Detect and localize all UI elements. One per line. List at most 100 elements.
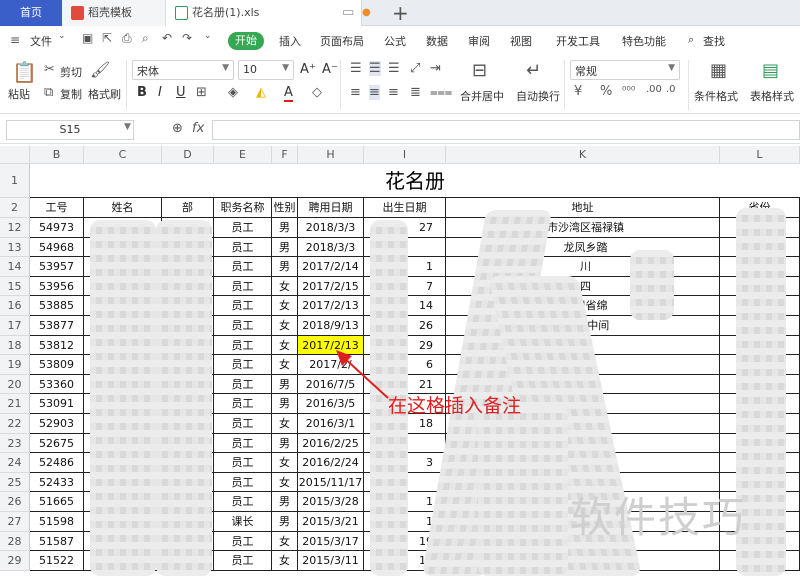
table-cell[interactable]: 员工 [214, 472, 272, 493]
redo-icon[interactable]: ↷ [182, 31, 192, 45]
table-cell[interactable]: 53885 [30, 296, 84, 316]
table-cell[interactable]: 女 [272, 316, 298, 336]
table-cell[interactable]: 52486 [30, 453, 84, 473]
table-cell[interactable]: 女 [272, 335, 298, 356]
menu-insert[interactable]: 插入 [279, 33, 301, 49]
table-cell[interactable]: 52675 [30, 433, 84, 454]
preview-icon[interactable]: ⌕ [142, 31, 149, 46]
table-cell[interactable]: 2015/3/21 [298, 512, 364, 532]
indent-icon[interactable]: ⇥ [430, 61, 441, 76]
bold-icon[interactable]: B [137, 85, 147, 100]
table-cell[interactable]: 2016/2/25 [298, 433, 364, 454]
tab-file[interactable]: 花名册(1).xls ▭ ● [166, 0, 371, 26]
menu-data[interactable]: 数据 [426, 33, 448, 49]
menu-review[interactable]: 审阅 [468, 33, 490, 49]
orientation-icon[interactable]: ⤢ [410, 61, 420, 76]
table-cell[interactable]: 女 [272, 296, 298, 316]
row-header[interactable]: 15 [0, 276, 30, 297]
new-tab-icon[interactable]: + [392, 1, 409, 25]
menu-search[interactable]: 查找 [703, 33, 725, 49]
row-header[interactable]: 12 [0, 218, 30, 238]
row-header[interactable]: 14 [0, 257, 30, 277]
format-painter-button[interactable]: 格式刷 [88, 86, 121, 102]
row-header[interactable]: 25 [0, 472, 30, 493]
paste-button[interactable]: 粘贴 [8, 86, 30, 102]
menu-start[interactable]: 开始 [228, 32, 264, 50]
row-header[interactable]: 27 [0, 512, 30, 532]
menu-file[interactable]: 文件 [30, 33, 52, 49]
table-cell[interactable]: 员工 [214, 296, 272, 316]
table-cell[interactable]: 男 [272, 218, 298, 238]
table-cell[interactable]: 51522 [30, 551, 84, 571]
column-header-b[interactable]: B [30, 146, 84, 164]
table-cell[interactable]: 54968 [30, 237, 84, 258]
sheet-title[interactable]: 花名册 [30, 164, 800, 198]
column-header-l[interactable]: L [720, 146, 800, 164]
table-cell[interactable]: 53957 [30, 257, 84, 277]
table-cell[interactable]: 2017/2/13 [298, 296, 364, 316]
undo-icon[interactable]: ↶ [162, 31, 172, 45]
align-center-icon[interactable]: ≡ [369, 85, 380, 100]
column-header-e[interactable]: E [214, 146, 272, 164]
table-cell[interactable]: 53956 [30, 276, 84, 297]
menu-developer[interactable]: 开发工具 [556, 33, 600, 49]
hamburger-icon[interactable]: ≡ [10, 33, 20, 47]
row-header[interactable]: 16 [0, 296, 30, 316]
table-cell[interactable]: 2015/11/17 [298, 472, 364, 493]
justify-icon[interactable]: ≣ [410, 85, 421, 100]
wrap-icon[interactable]: ↵ [526, 60, 541, 81]
table-cell[interactable]: 51665 [30, 492, 84, 512]
table-cell[interactable]: 员工 [214, 531, 272, 552]
table-cell[interactable]: 男 [272, 257, 298, 277]
copy-icon[interactable]: ⧉ [44, 85, 53, 100]
table-cell[interactable]: 女 [272, 551, 298, 571]
table-cell[interactable]: 员工 [214, 453, 272, 473]
table-cell[interactable]: 男 [272, 512, 298, 532]
table-cell[interactable]: 女 [272, 472, 298, 493]
save-icon[interactable]: ▣ [82, 31, 93, 45]
table-cell[interactable]: 员工 [214, 374, 272, 395]
currency-icon[interactable]: ¥ [574, 84, 582, 99]
wrap-text-button[interactable]: 自动换行 [516, 88, 560, 104]
table-cell[interactable]: 员工 [214, 492, 272, 512]
header-cell[interactable]: 聘用日期 [298, 198, 364, 218]
table-cell[interactable]: 2015/3/11 [298, 551, 364, 571]
italic-icon[interactable]: I [158, 85, 162, 100]
name-box[interactable]: S15 [6, 120, 134, 140]
chevron-down-icon[interactable]: ▼ [124, 122, 131, 132]
merge-icon[interactable]: ⊟ [472, 60, 487, 81]
increase-decimal-icon[interactable]: .00 [646, 84, 662, 95]
align-bottom-icon[interactable]: ☰ [388, 61, 400, 76]
column-header-d[interactable]: D [162, 146, 214, 164]
highlight-icon[interactable]: ◭ [256, 85, 266, 100]
table-cell[interactable]: 2015/3/28 [298, 492, 364, 512]
table-cell[interactable]: 员工 [214, 551, 272, 571]
table-cell[interactable]: 员工 [214, 218, 272, 238]
conditional-format-button[interactable]: 条件格式 [694, 88, 738, 104]
column-header-f[interactable]: F [272, 146, 298, 164]
underline-icon[interactable]: U [176, 85, 186, 100]
select-all-corner[interactable] [0, 146, 30, 164]
table-cell[interactable]: 男 [272, 374, 298, 395]
table-cell[interactable]: 2015/3/17 [298, 531, 364, 552]
menu-formula[interactable]: 公式 [384, 33, 406, 49]
table-cell[interactable]: 员工 [214, 257, 272, 277]
header-cell[interactable]: 职务名称 [214, 198, 272, 218]
table-cell[interactable]: 52433 [30, 472, 84, 493]
align-left-icon[interactable]: ≡ [350, 85, 361, 100]
paste-icon[interactable]: 📋 [12, 60, 37, 84]
export-icon[interactable]: ⇱ [102, 31, 112, 45]
table-cell[interactable]: 2017/2/14 [298, 257, 364, 277]
table-cell[interactable]: 员工 [214, 394, 272, 414]
row-header[interactable]: 21 [0, 394, 30, 414]
table-cell[interactable]: 2018/9/13 [298, 316, 364, 336]
row-header[interactable]: 24 [0, 453, 30, 473]
thousands-icon[interactable]: ⁰⁰⁰ [622, 84, 635, 97]
menu-features[interactable]: 特色功能 [622, 33, 666, 49]
table-cell[interactable]: 女 [272, 414, 298, 434]
table-cell[interactable]: 53809 [30, 355, 84, 375]
row-header[interactable]: 28 [0, 531, 30, 552]
table-cell[interactable]: 2016/3/1 [298, 414, 364, 434]
more-icon[interactable]: ⌄ [204, 31, 212, 41]
border-icon[interactable]: ⊞ [196, 85, 207, 100]
